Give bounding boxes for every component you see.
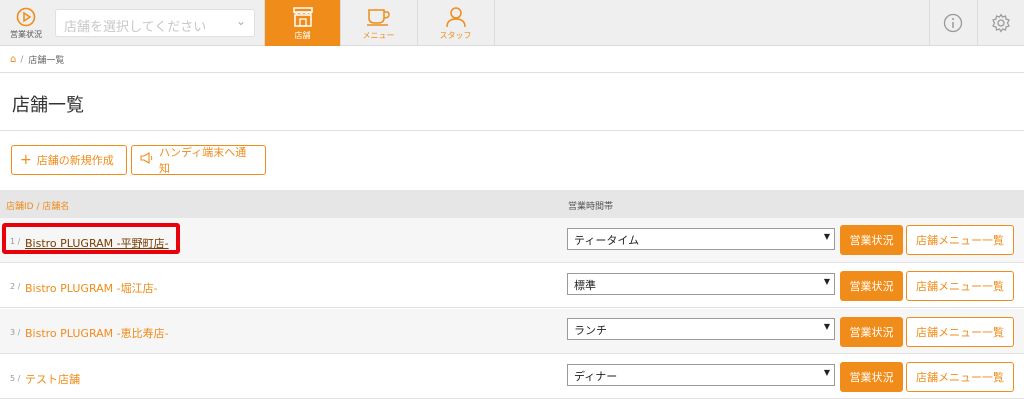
store-name-link[interactable]: Bistro PLUGRAM -恵比寿店- <box>25 325 169 341</box>
dropdown-arrow-icon: ▼ <box>823 232 830 241</box>
business-time-value: ティータイム <box>574 234 640 247</box>
table-header: 店舗ID / 店舗名 営業時間帯 <box>0 190 1024 218</box>
store-menu-list-button[interactable]: 店舗メニュー一覧 <box>906 317 1014 347</box>
dropdown-arrow-icon: ▼ <box>823 368 830 377</box>
megaphone-icon <box>140 152 154 168</box>
table-row: 5 / テスト店舗 ディナー ▼ 営業状況 店舗メニュー一覧 <box>0 354 1024 399</box>
store-name-link[interactable]: テスト店舗 <box>25 371 80 387</box>
breadcrumb: ⌂ / 店舗一覧 <box>10 53 64 66</box>
business-time-select[interactable]: ランチ ▼ <box>567 318 835 340</box>
tab-store-label: 店舗 <box>294 30 311 40</box>
divider <box>0 72 1024 73</box>
highlight-box <box>2 223 180 254</box>
nav-divider <box>494 0 495 46</box>
business-status-row-button[interactable]: 営業状況 <box>840 271 903 301</box>
home-icon[interactable]: ⌂ <box>10 54 16 65</box>
info-button[interactable] <box>929 0 975 46</box>
divider <box>0 130 1024 131</box>
gear-icon <box>991 13 1010 33</box>
store-select-placeholder: 店舗を選択してください <box>64 20 207 35</box>
table-row: 3 / Bistro PLUGRAM -恵比寿店- ランチ ▼ 営業状況 店舗メ… <box>0 309 1024 354</box>
business-status-row-button[interactable]: 営業状況 <box>840 317 903 347</box>
business-time-value: ディナー <box>574 370 618 383</box>
business-time-value: 標準 <box>574 279 596 292</box>
column-time: 営業時間帯 <box>568 202 614 212</box>
tab-staff-label: スタッフ <box>439 30 472 40</box>
dropdown-arrow-icon: ▼ <box>823 322 830 331</box>
business-time-value: ランチ <box>574 324 607 337</box>
store-id: 2 / <box>10 282 21 291</box>
chevron-down-icon: ⌄ <box>235 14 246 28</box>
business-time-select[interactable]: ティータイム ▼ <box>567 228 835 250</box>
plus-icon: + <box>20 152 32 168</box>
top-navbar: 営業状況 店舗を選択してください ⌄ 店舗 メニュー スタッフ <box>0 0 1024 46</box>
business-time-select[interactable]: 標準 ▼ <box>567 273 835 295</box>
staff-icon <box>445 6 466 27</box>
page-title: 店舗一覧 <box>12 95 84 116</box>
settings-button[interactable] <box>977 0 1023 46</box>
business-status-button[interactable]: 営業状況 <box>0 0 52 46</box>
store-menu-list-button[interactable]: 店舗メニュー一覧 <box>906 362 1014 392</box>
dropdown-arrow-icon: ▼ <box>823 277 830 286</box>
breadcrumb-separator: / <box>20 54 24 65</box>
tab-store[interactable]: 店舗 <box>264 0 340 46</box>
notify-handy-button[interactable]: ハンディ端末へ通知 <box>131 145 266 175</box>
business-status-label: 営業状況 <box>10 29 42 39</box>
store-select[interactable]: 店舗を選択してください ⌄ <box>55 9 255 37</box>
store-icon <box>292 6 313 27</box>
store-id: 5 / <box>10 374 21 383</box>
store-menu-list-button[interactable]: 店舗メニュー一覧 <box>906 271 1014 301</box>
cup-icon <box>366 8 390 26</box>
business-status-row-button[interactable]: 営業状況 <box>840 362 903 392</box>
business-status-row-button[interactable]: 営業状況 <box>840 225 903 255</box>
store-name-link[interactable]: Bistro PLUGRAM -堀江店- <box>25 280 158 296</box>
store-id: 3 / <box>10 328 21 337</box>
tab-staff[interactable]: スタッフ <box>417 0 493 46</box>
tab-menu[interactable]: メニュー <box>340 0 416 46</box>
table-row: 2 / Bistro PLUGRAM -堀江店- 標準 ▼ 営業状況 店舗メニュ… <box>0 263 1024 308</box>
new-store-label: 店舗の新規作成 <box>36 154 114 167</box>
breadcrumb-current: 店舗一覧 <box>28 56 65 66</box>
store-menu-list-button[interactable]: 店舗メニュー一覧 <box>906 225 1014 255</box>
new-store-button[interactable]: + 店舗の新規作成 <box>11 145 127 175</box>
column-store: 店舗ID / 店舗名 <box>6 202 70 212</box>
tab-menu-label: メニュー <box>362 30 395 40</box>
info-icon <box>943 13 962 33</box>
notify-handy-label: ハンディ端末へ通知 <box>159 146 247 175</box>
business-time-select[interactable]: ディナー ▼ <box>567 364 835 386</box>
play-circle-icon <box>16 7 36 26</box>
